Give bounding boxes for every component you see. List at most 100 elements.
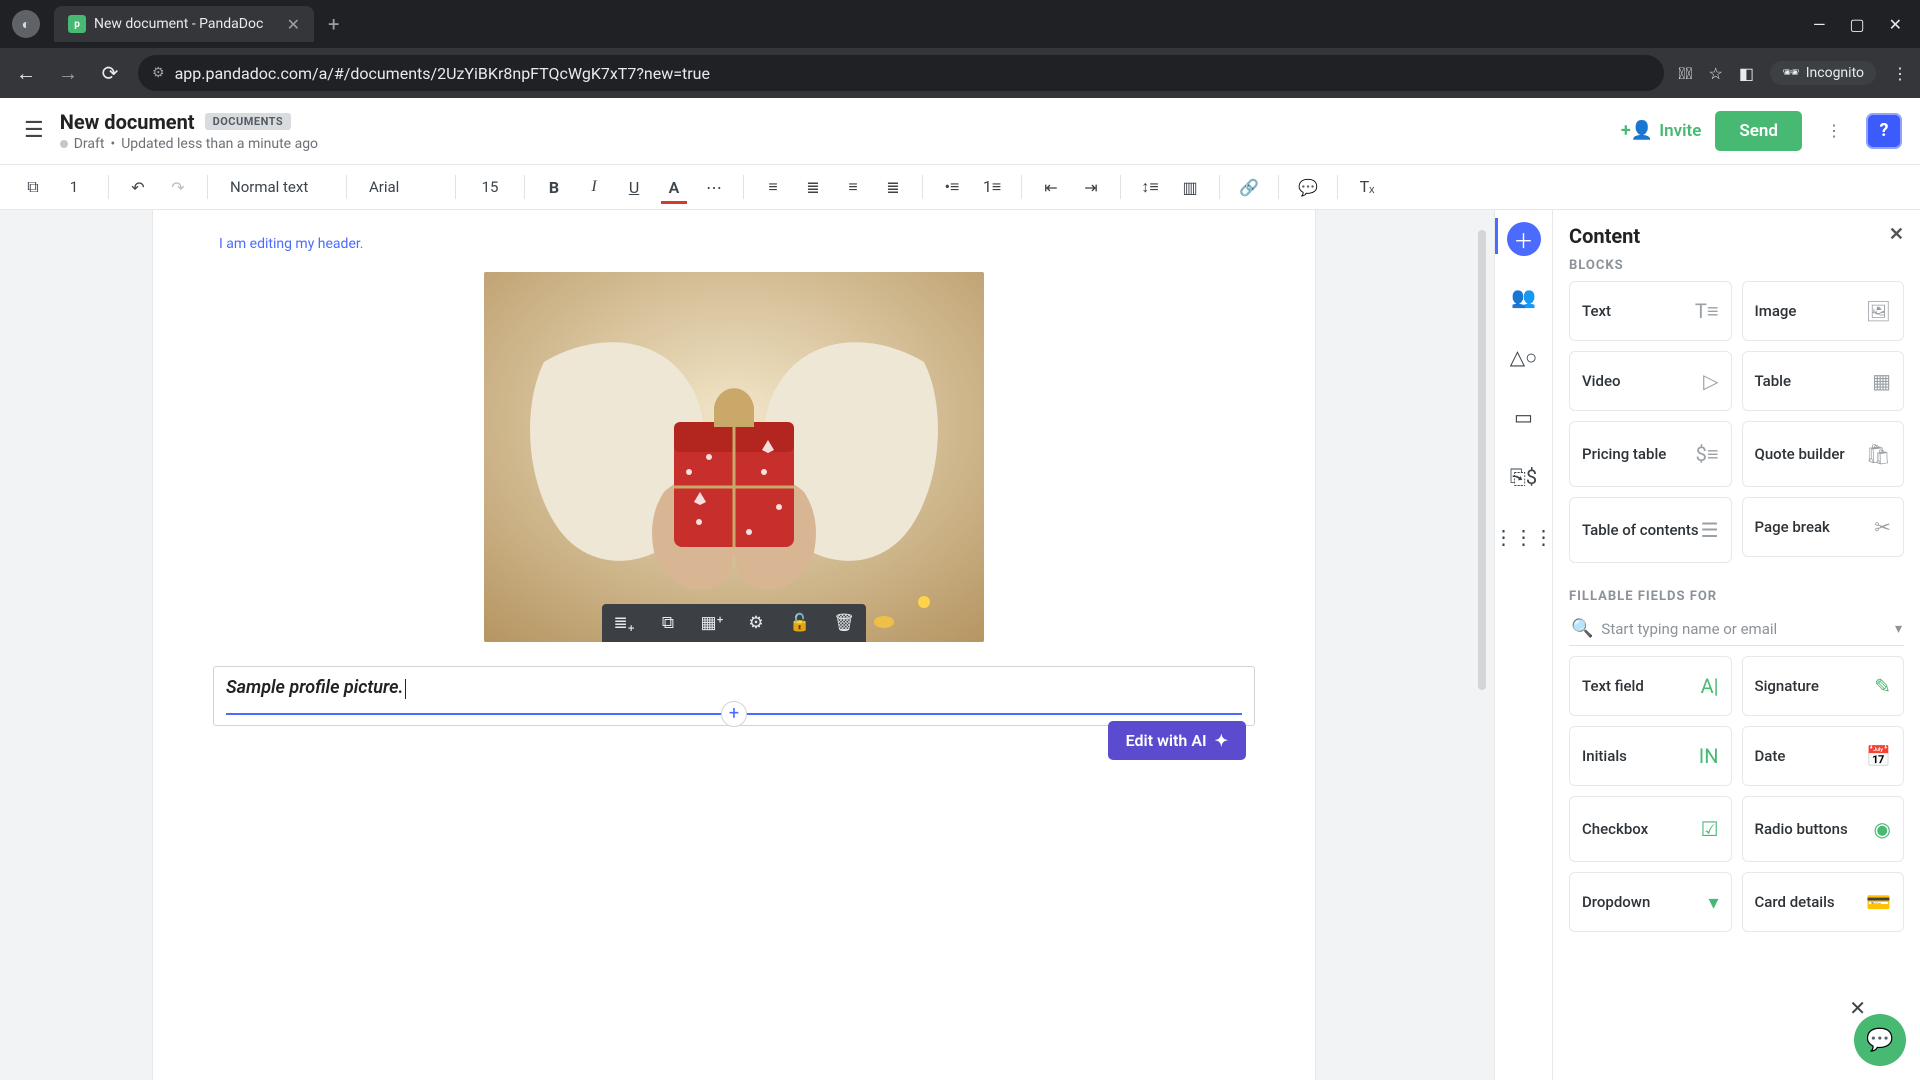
field-label: Card details xyxy=(1755,893,1835,911)
block-pricing-table[interactable]: Pricing table$≡ xyxy=(1569,421,1732,487)
pages-icon[interactable]: ⧉ xyxy=(18,172,48,202)
line-spacing-button[interactable]: ↕≡ xyxy=(1135,172,1165,202)
eye-off-icon[interactable]: 👁̸ xyxy=(1678,64,1692,83)
image-settings-button[interactable]: ⚙ xyxy=(734,604,778,642)
bold-button[interactable]: B xyxy=(539,172,569,202)
send-button[interactable]: Send xyxy=(1715,111,1802,151)
block-text[interactable]: TextT≡ xyxy=(1569,281,1732,341)
rail-recipients-icon[interactable]: 👥 xyxy=(1505,278,1543,316)
dismiss-overlay-button[interactable]: ✕ xyxy=(1849,996,1866,1020)
block-image[interactable]: Image🖼 xyxy=(1742,281,1905,341)
new-tab-button[interactable]: + xyxy=(328,12,339,36)
comment-button[interactable]: 💬 xyxy=(1293,172,1323,202)
invite-button[interactable]: +👤 Invite xyxy=(1621,120,1702,141)
block-table[interactable]: Table▦ xyxy=(1742,351,1905,411)
chat-widget-button[interactable]: 💬 xyxy=(1854,1014,1906,1066)
link-button[interactable]: 🔗 xyxy=(1234,172,1264,202)
panel-close-button[interactable]: ✕ xyxy=(1889,224,1904,248)
rail-apps-icon[interactable]: ⋮⋮⋮ xyxy=(1505,518,1543,556)
insert-block-line[interactable]: + xyxy=(226,713,1242,715)
canvas-scrollbar[interactable] xyxy=(1478,230,1486,690)
insert-plus-button[interactable]: + xyxy=(721,701,747,727)
image-duplicate-button[interactable]: ⧉ xyxy=(646,604,690,642)
document-canvas[interactable]: I am editing my header. xyxy=(0,210,1494,1080)
block-label: Quote builder xyxy=(1755,445,1845,463)
browser-profile-icon[interactable]: ◐ xyxy=(12,10,40,38)
font-size-input[interactable]: 15 xyxy=(470,178,510,196)
block-page-break[interactable]: Page break✂ xyxy=(1742,497,1905,557)
browser-back-button[interactable]: ← xyxy=(12,61,40,86)
image-delete-button[interactable]: 🗑 xyxy=(822,604,866,642)
edit-with-ai-button[interactable]: Edit with AI ✦ xyxy=(1108,721,1246,760)
field-checkbox[interactable]: Checkbox☑ xyxy=(1569,796,1732,862)
browser-tab[interactable]: p New document - PandaDoc ✕ xyxy=(54,6,314,42)
rail-add-button[interactable]: ＋ xyxy=(1507,222,1541,256)
columns-button[interactable]: ▥ xyxy=(1175,172,1205,202)
block-video[interactable]: Video▷ xyxy=(1569,351,1732,411)
block-toc[interactable]: Table of contents☰ xyxy=(1569,497,1732,563)
browser-menu-button[interactable]: ⋮ xyxy=(1892,64,1908,83)
numbered-list-button[interactable]: 1≡ xyxy=(977,172,1007,202)
site-settings-icon[interactable]: ⚙ xyxy=(152,65,165,81)
field-label: Checkbox xyxy=(1582,820,1648,838)
field-radio[interactable]: Radio buttons◉ xyxy=(1742,796,1905,862)
browser-reload-button[interactable]: ⟳ xyxy=(96,61,124,85)
window-maximize-button[interactable]: ▢ xyxy=(1849,15,1864,34)
clear-format-button[interactable]: Tₓ xyxy=(1352,172,1382,202)
outdent-button[interactable]: ⇤ xyxy=(1036,172,1066,202)
incognito-label: Incognito xyxy=(1806,65,1864,81)
content-panel: Content ✕ BLOCKS TextT≡ Image🖼 Video▷ Ta… xyxy=(1552,210,1920,1080)
rail-variables-icon[interactable]: △○ xyxy=(1505,338,1543,376)
rail-smart-content-icon[interactable]: ⎘$ xyxy=(1505,458,1543,496)
align-justify-button[interactable]: ≣ xyxy=(878,172,908,202)
bookmark-star-icon[interactable]: ☆ xyxy=(1708,64,1722,83)
text-block[interactable]: Sample profile picture. + Edit with AI ✦ xyxy=(213,666,1255,726)
field-signature[interactable]: Signature✎ xyxy=(1742,656,1905,716)
field-date[interactable]: Date📅 xyxy=(1742,726,1905,786)
menu-hamburger-icon[interactable]: ☰ xyxy=(24,118,44,143)
field-label: Radio buttons xyxy=(1755,820,1848,838)
window-minimize-button[interactable]: — xyxy=(1813,15,1826,34)
browser-tab-strip: ◐ p New document - PandaDoc ✕ + — ▢ ✕ xyxy=(0,0,1920,48)
url-box[interactable]: ⚙ app.pandadoc.com/a/#/documents/2UzYiBK… xyxy=(138,55,1664,91)
field-initials[interactable]: InitialsIN xyxy=(1569,726,1732,786)
align-center-button[interactable]: ≣ xyxy=(798,172,828,202)
underline-button[interactable]: U xyxy=(619,172,649,202)
bullet-list-button[interactable]: •≡ xyxy=(937,172,967,202)
image-block[interactable]: ≣₊ ⧉ ▦⁺ ⚙ 🔓 🗑 xyxy=(484,272,984,642)
field-text[interactable]: Text fieldA| xyxy=(1569,656,1732,716)
redo-button[interactable]: ↷ xyxy=(163,172,193,202)
undo-button[interactable]: ↶ xyxy=(123,172,153,202)
help-button[interactable]: ? xyxy=(1866,113,1902,149)
quote-builder-icon: 🛍 xyxy=(1866,442,1891,466)
block-quote-builder[interactable]: Quote builder 🛍 xyxy=(1742,421,1905,487)
image-lock-button[interactable]: 🔓 xyxy=(778,604,822,642)
field-card-details[interactable]: Card details💳 xyxy=(1742,872,1905,932)
side-panel-icon[interactable]: ◧ xyxy=(1739,64,1754,83)
page-header-text[interactable]: I am editing my header. xyxy=(219,236,1255,252)
paragraph-style-select[interactable]: Normal text xyxy=(222,174,332,200)
rail-active-indicator xyxy=(1495,218,1498,254)
image-layout-button[interactable]: ≣₊ xyxy=(602,604,646,642)
incognito-indicator[interactable]: 🕶 Incognito xyxy=(1770,61,1876,85)
document-meta: New document DOCUMENTS Draft • Updated l… xyxy=(60,110,318,152)
recipient-search[interactable]: 🔍 Start typing name or email ▾ xyxy=(1569,612,1904,646)
field-dropdown[interactable]: Dropdown▾ xyxy=(1569,872,1732,932)
tab-close-icon[interactable]: ✕ xyxy=(287,15,300,34)
tab-title: New document - PandaDoc xyxy=(94,16,279,32)
caption-text[interactable]: Sample profile picture. xyxy=(226,677,403,698)
more-format-button[interactable]: ⋯ xyxy=(699,172,729,202)
document-page[interactable]: I am editing my header. xyxy=(152,210,1316,1080)
italic-button[interactable]: I xyxy=(579,172,609,202)
chevron-down-icon[interactable]: ▾ xyxy=(1895,621,1902,637)
font-family-select[interactable]: Arial xyxy=(361,174,441,200)
align-right-button[interactable]: ≡ xyxy=(838,172,868,202)
image-add-button[interactable]: ▦⁺ xyxy=(690,604,734,642)
more-actions-button[interactable]: ⋮ xyxy=(1816,113,1852,149)
align-left-button[interactable]: ≡ xyxy=(758,172,788,202)
rail-layout-icon[interactable]: ▭ xyxy=(1505,398,1543,436)
document-title[interactable]: New document xyxy=(60,110,195,134)
window-close-button[interactable]: ✕ xyxy=(1889,15,1902,34)
text-color-button[interactable]: A xyxy=(659,172,689,202)
indent-button[interactable]: ⇥ xyxy=(1076,172,1106,202)
